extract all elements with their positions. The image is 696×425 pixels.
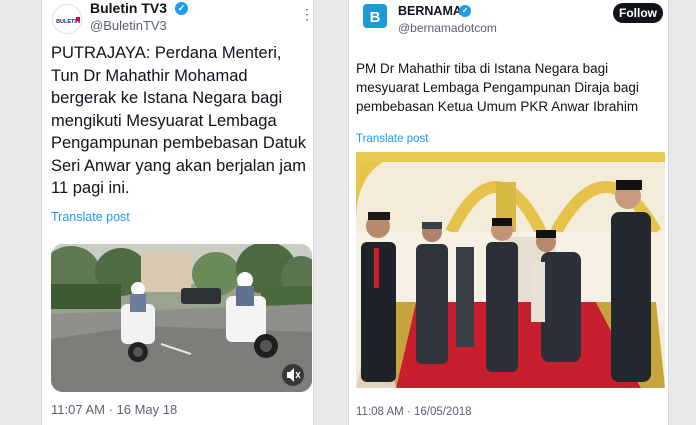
tweet-card-buletin-tv3: BULETIN Buletin TV3 ✓ @BuletinTV3 ⋮ PUTR… (41, 0, 314, 425)
tv3-logo-icon: BULETIN (56, 16, 80, 25)
bernama-avatar[interactable]: B (363, 4, 387, 28)
display-name[interactable]: BERNAMA (398, 4, 462, 18)
video-media[interactable] (51, 244, 312, 392)
translate-link[interactable]: Translate post (356, 133, 428, 145)
avatar-logo-text: B (370, 9, 381, 26)
tweet-timestamp[interactable]: 11:08 AM · 16/05/2018 (356, 406, 472, 418)
bernama-logo-icon: B (370, 9, 381, 26)
verified-badge-icon: ✓ (175, 2, 188, 15)
buletin-tv3-avatar[interactable]: BULETIN (52, 4, 82, 34)
motorcade-photo (51, 244, 312, 392)
follow-button[interactable]: Follow (613, 3, 663, 23)
photo-media[interactable] (356, 152, 665, 388)
display-name[interactable]: Buletin TV3 (90, 0, 167, 16)
more-dots-icon[interactable]: ⋮ (300, 6, 313, 23)
user-handle[interactable]: @bernamadotcom (398, 21, 497, 35)
verified-badge-icon: ✓ (459, 5, 471, 17)
translate-link[interactable]: Translate post (51, 210, 130, 224)
user-handle[interactable]: @BuletinTV3 (90, 18, 167, 33)
tweet-text: PM Dr Mahathir tiba di Istana Negara bag… (356, 61, 639, 114)
tweet-timestamp[interactable]: 11:07 AM · 16 May 18 (51, 402, 177, 417)
palace-photo (356, 152, 665, 388)
tweet-text: PUTRAJAYA: Perdana Menteri, Tun Dr Mahat… (51, 44, 307, 197)
tweet-card-bernama: B BERNAMA ✓ @bernamadotcom Follow PM Dr … (348, 0, 669, 425)
